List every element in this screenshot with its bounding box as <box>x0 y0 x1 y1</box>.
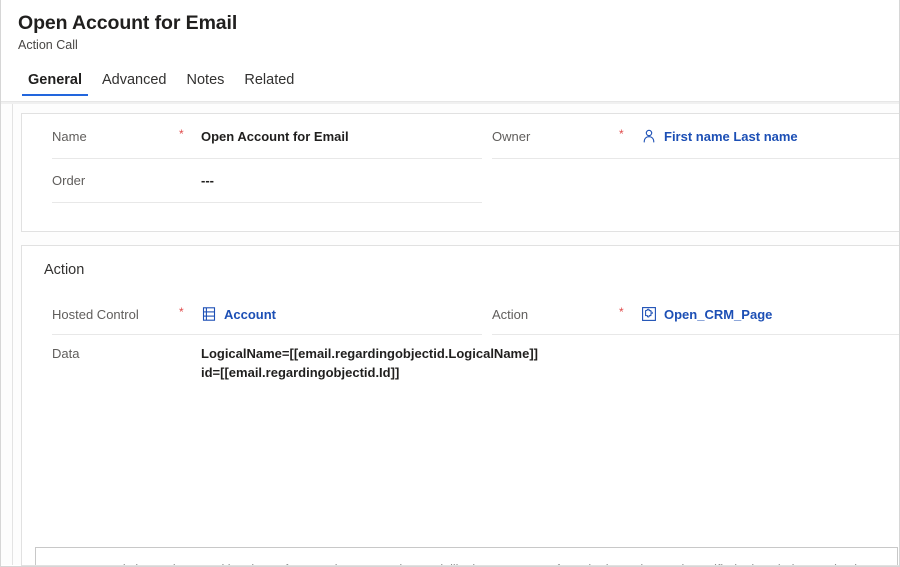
tab-related[interactable]: Related <box>235 71 303 96</box>
field-value-data[interactable]: LogicalName=[[email.regardingobjectid.Lo… <box>201 344 538 382</box>
field-label-name: Name <box>52 128 87 144</box>
form-body: Name * Open Account for Email Owner * Fi… <box>1 104 899 566</box>
field-label-owner: Owner <box>492 128 531 144</box>
field-label-hosted-control: Hosted Control <box>52 306 139 322</box>
field-value-order: --- <box>201 172 214 188</box>
general-section-card: Name * Open Account for Email Owner * Fi… <box>21 113 899 232</box>
action-section-card: Action Hosted Control * Account Action *… <box>21 245 899 566</box>
required-marker-hosted-control: * <box>179 305 184 319</box>
field-owner[interactable]: Owner * First name Last name <box>462 114 882 158</box>
tab-notes[interactable]: Notes <box>178 71 234 96</box>
page-title: Open Account for Email <box>18 12 238 34</box>
field-separator-hosted-control <box>52 334 482 335</box>
form-row-order: Order * --- <box>22 158 899 202</box>
field-separator-order <box>52 202 482 203</box>
form-header: Open Account for Email Action Call Gener… <box>1 0 899 96</box>
required-marker-order: * <box>179 173 201 187</box>
data-required-spacer <box>179 344 201 382</box>
form-row-data: Data LogicalName=[[email.regardingobject… <box>22 336 899 382</box>
hosted-control-lookup-text: Account <box>224 306 276 322</box>
field-label-data: Data <box>52 346 80 361</box>
tab-advanced[interactable]: Advanced <box>93 71 176 96</box>
person-icon <box>643 129 655 143</box>
field-separator-action <box>492 334 899 335</box>
owner-lookup-text: First name Last name <box>664 128 798 144</box>
field-name[interactable]: Name * Open Account for Email <box>22 114 462 158</box>
section-title-action: Action <box>44 262 85 278</box>
field-hosted-control[interactable]: Hosted Control * Account <box>22 292 462 336</box>
field-order-right-blank <box>462 158 882 202</box>
form-row-hostedcontrol-action: Hosted Control * Account Action * Open_C… <box>22 292 899 336</box>
record-form-window: Open Account for Email Action Call Gener… <box>0 0 900 567</box>
puzzle-piece-icon <box>642 307 656 321</box>
form-row-name-owner: Name * Open Account for Email Owner * Fi… <box>22 114 899 158</box>
record-list-icon <box>202 307 216 321</box>
form-gutter-line <box>12 104 13 565</box>
required-marker-name: * <box>179 127 184 141</box>
hosted-control-lookup[interactable]: Account <box>201 306 276 323</box>
form-tabs: General Advanced Notes Related <box>18 66 899 96</box>
field-separator-name <box>52 158 482 159</box>
field-separator-owner <box>492 158 899 159</box>
record-type-subtitle: Action Call <box>18 38 78 52</box>
field-action[interactable]: Action * Open_CRM_Page <box>462 292 882 336</box>
field-order[interactable]: Order * --- <box>22 158 462 202</box>
tab-general[interactable]: General <box>19 71 91 96</box>
action-description-box: Opens an existing entity record in Micro… <box>35 547 898 565</box>
field-label-order: Order <box>52 172 86 188</box>
field-label-action: Action <box>492 306 529 322</box>
field-value-name: Open Account for Email <box>201 128 349 144</box>
action-lookup[interactable]: Open_CRM_Page <box>641 306 772 323</box>
required-marker-action: * <box>619 305 624 319</box>
required-marker-owner: * <box>619 127 624 141</box>
owner-lookup[interactable]: First name Last name <box>641 128 798 145</box>
description-paragraph: Opens an existing entity record in Micro… <box>52 561 881 565</box>
action-lookup-text: Open_CRM_Page <box>664 306 773 322</box>
